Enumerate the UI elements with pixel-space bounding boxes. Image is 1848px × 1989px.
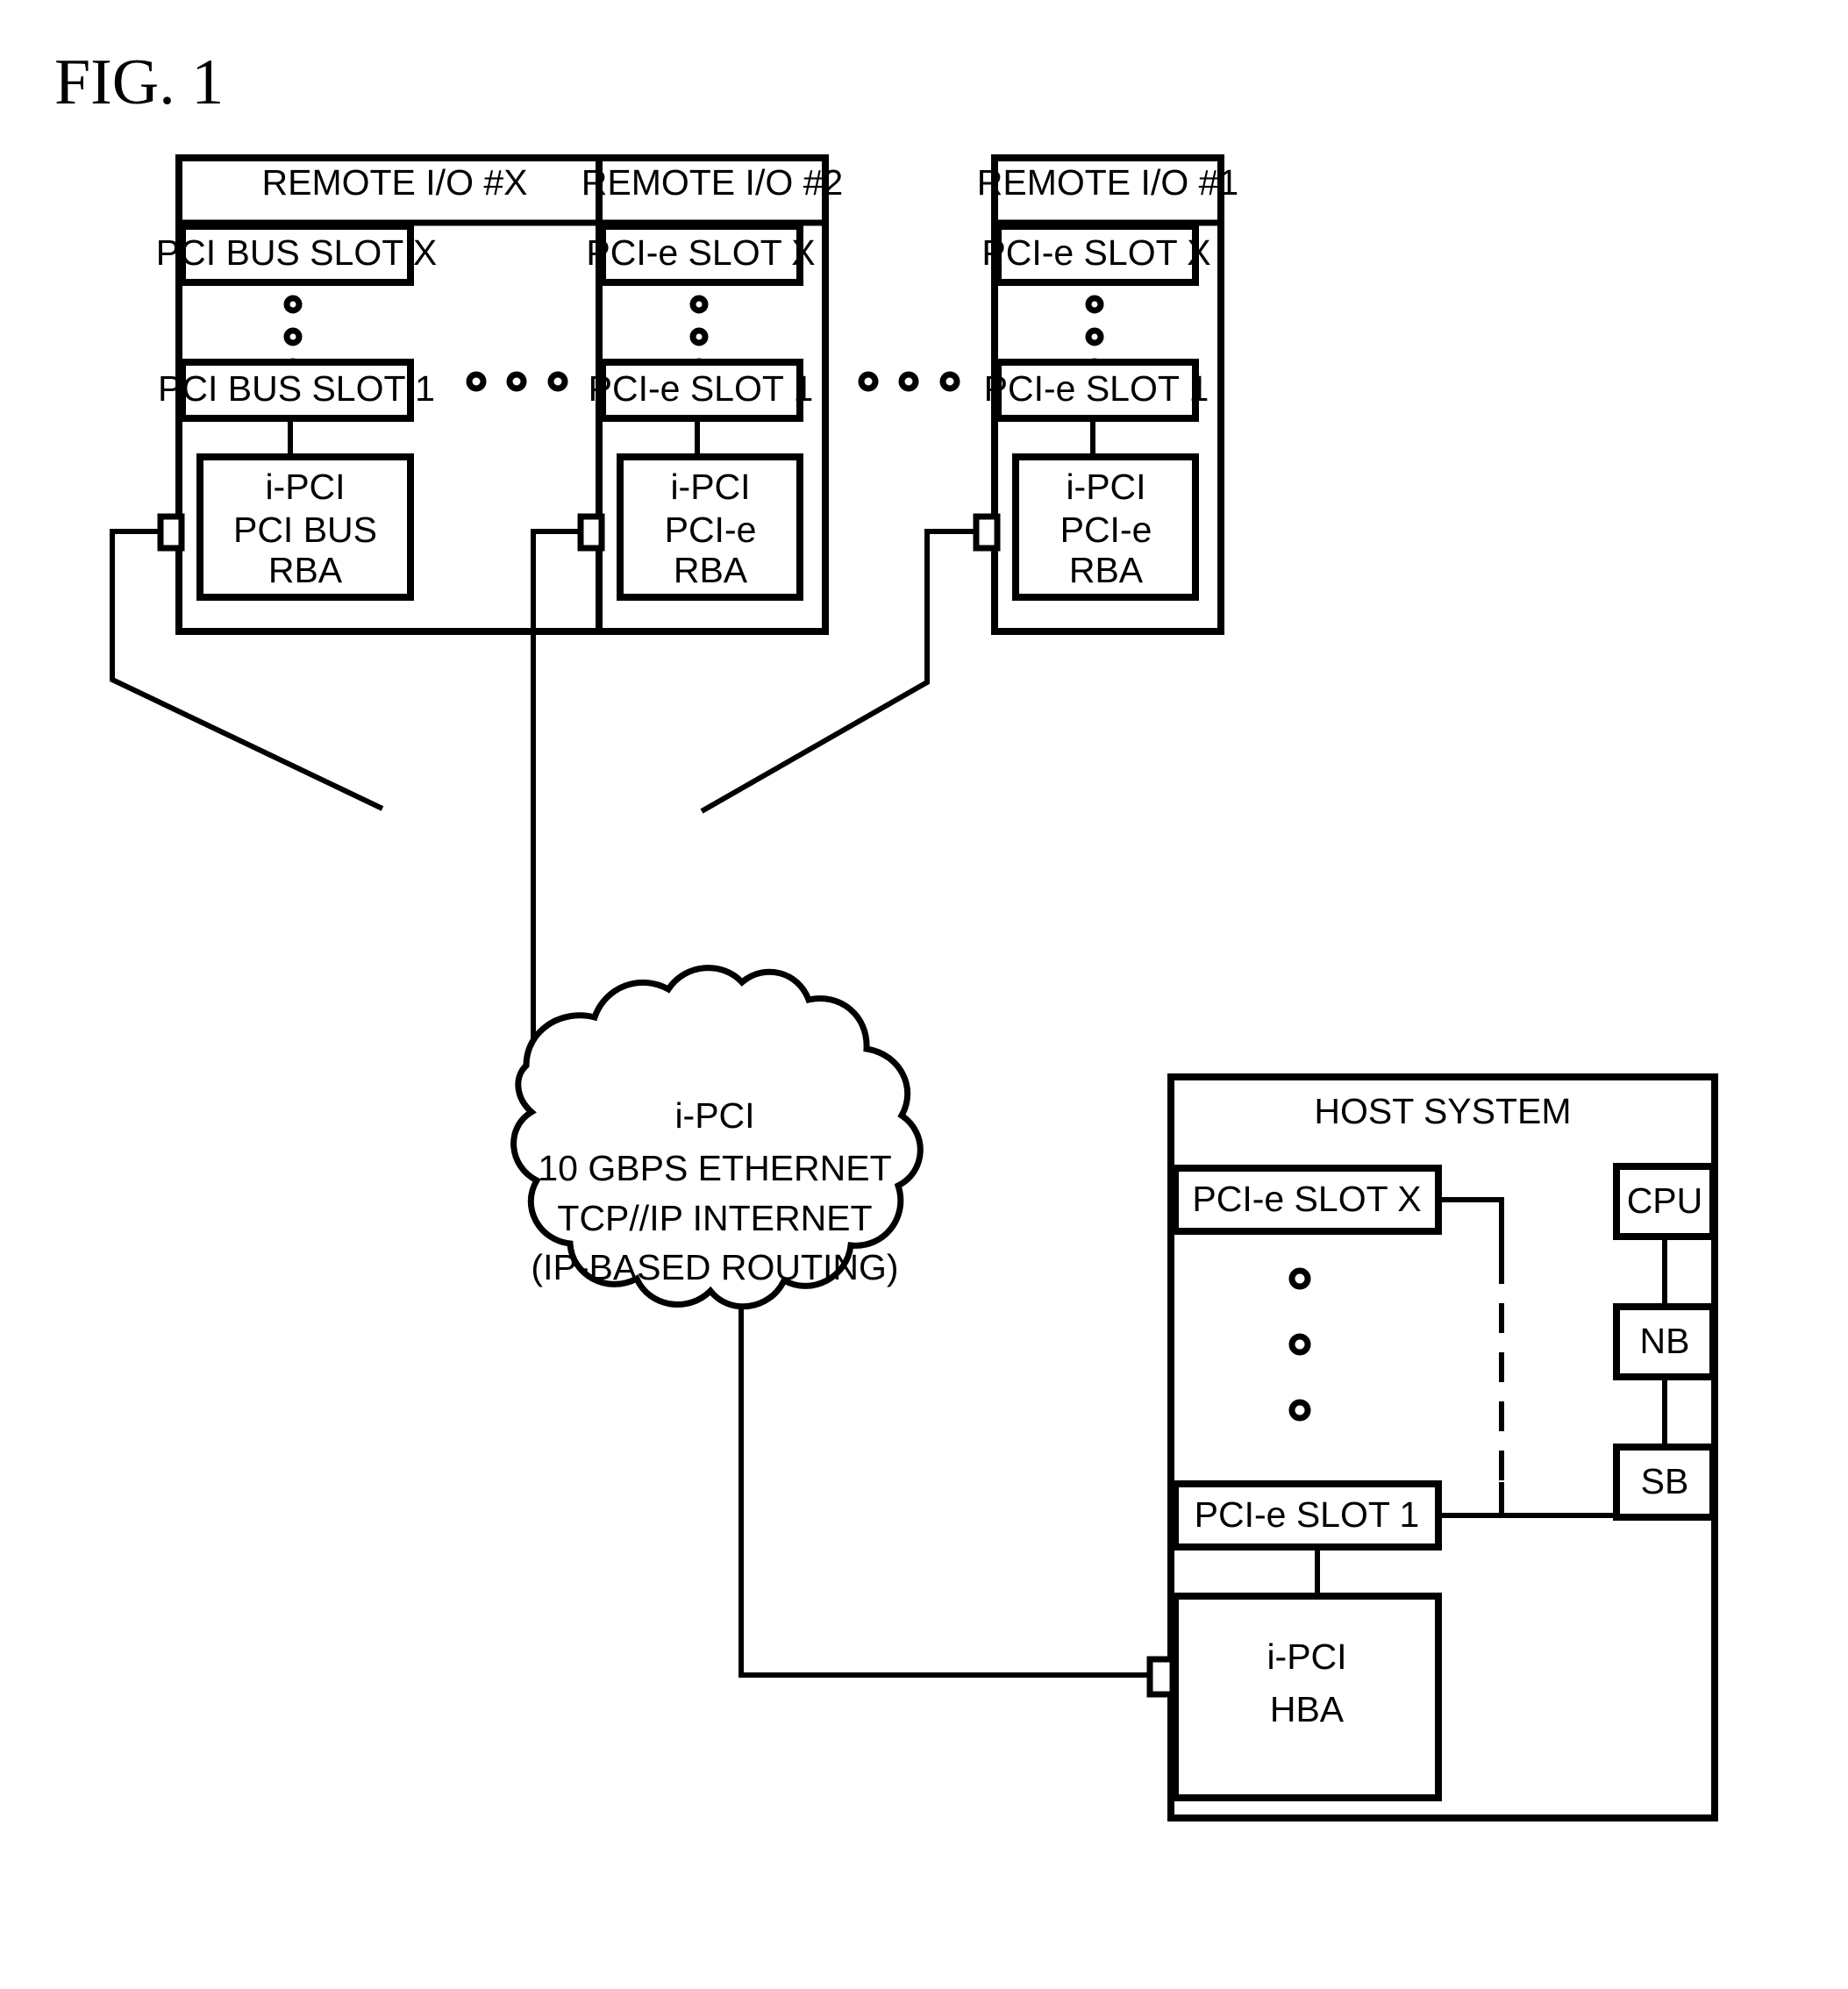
host-ellipsis-dot-3 xyxy=(1288,1399,1311,1422)
remote-io-1-ellipsis-dot-2 xyxy=(1085,327,1104,346)
remote-io-x-rba-line2: PCI BUS xyxy=(233,510,377,550)
horizontal-ellipsis-1-dot-1 xyxy=(466,371,487,392)
cloud-line-3: TCP//IP INTERNET xyxy=(557,1198,872,1238)
remote-io-x-slot-top-label: PCI BUS SLOT X xyxy=(156,232,438,273)
remote-io-1-ellipsis-dot-1 xyxy=(1085,295,1104,314)
patent-figure-page: FIG. 1 REMOTE I/O #X PCI BUS SLOT X PCI … xyxy=(0,0,1848,1989)
horizontal-ellipsis-2-dot-3 xyxy=(939,371,960,392)
host-ellipsis-dot-1 xyxy=(1288,1267,1311,1290)
remote-io-2-ellipsis-dot-1 xyxy=(689,295,709,314)
figure-title: FIG. 1 xyxy=(54,46,224,118)
host-hba-line1: i-PCI xyxy=(1266,1636,1346,1677)
remote-io-block-1: REMOTE I/O #1 PCI-e SLOT X PCI-e SLOT 1 … xyxy=(973,154,1238,635)
host-hba-network-plug xyxy=(1146,1656,1176,1698)
remote-io-x-title: REMOTE I/O #X xyxy=(262,162,528,203)
remote-io-2-rba-line1: i-PCI xyxy=(670,467,750,507)
remote-io-x-rba-line3: RBA xyxy=(268,550,343,590)
remote-io-2-rba-line2: PCI-e xyxy=(665,510,757,550)
cable-cloud-to-host-hba xyxy=(738,1305,1149,1678)
horizontal-ellipsis-2-dot-2 xyxy=(898,371,919,392)
remote-io-2-network-plug xyxy=(577,513,605,552)
horizontal-ellipsis-group-2 xyxy=(858,371,960,392)
remote-io-1-slot-top-label: PCI-e SLOT X xyxy=(981,232,1210,273)
cloud-line-2: 10 GBPS ETHERNET xyxy=(538,1148,891,1188)
host-ellipsis-dot-2 xyxy=(1288,1333,1311,1356)
host-hba-line2: HBA xyxy=(1270,1689,1345,1729)
horizontal-ellipsis-group-1 xyxy=(466,371,568,392)
host-slot-x-label: PCI-e SLOT X xyxy=(1192,1179,1421,1219)
cloud-line-4: (IP-BASED ROUTING) xyxy=(531,1247,898,1287)
remote-io-2-slot-bottom-label: PCI-e SLOT 1 xyxy=(589,368,814,409)
remote-io-1-slot-bottom-label: PCI-e SLOT 1 xyxy=(984,368,1209,409)
host-nb-label: NB xyxy=(1640,1321,1690,1361)
host-system-title: HOST SYSTEM xyxy=(1314,1091,1571,1131)
remote-io-x-ellipsis-dot-2 xyxy=(283,327,303,346)
horizontal-ellipsis-1-dot-2 xyxy=(506,371,527,392)
remote-io-2-rba-line3: RBA xyxy=(674,550,748,590)
host-system-block: HOST SYSTEM PCI-e SLOT X PCI-e SLOT 1 CP… xyxy=(1146,1073,1718,1821)
remote-io-x-slot-bottom-label: PCI BUS SLOT 1 xyxy=(158,368,435,409)
remote-io-1-rba-line1: i-PCI xyxy=(1066,467,1145,507)
remote-io-1-rba-line3: RBA xyxy=(1069,550,1144,590)
remote-io-block-x: REMOTE I/O #X PCI BUS SLOT X PCI BUS SLO… xyxy=(156,154,614,635)
remote-io-1-network-plug xyxy=(973,513,1001,552)
remote-io-x-network-plug xyxy=(157,513,185,552)
remote-io-2-ellipsis-dot-2 xyxy=(689,327,709,346)
cloud-line-1: i-PCI xyxy=(674,1095,754,1136)
diagram-canvas: FIG. 1 REMOTE I/O #X PCI BUS SLOT X PCI … xyxy=(54,46,1718,1821)
remote-io-x-rba-line1: i-PCI xyxy=(265,467,345,507)
network-cloud: i-PCI 10 GBPS ETHERNET TCP//IP INTERNET … xyxy=(510,965,924,1310)
remote-io-2-slot-top-label: PCI-e SLOT X xyxy=(586,232,815,273)
horizontal-ellipsis-1-dot-3 xyxy=(547,371,568,392)
remote-io-2-title: REMOTE I/O #2 xyxy=(582,162,843,203)
remote-io-block-2: REMOTE I/O #2 PCI-e SLOT X PCI-e SLOT 1 … xyxy=(577,154,843,635)
host-sb-label: SB xyxy=(1641,1461,1689,1501)
remote-io-1-rba-line2: PCI-e xyxy=(1060,510,1152,550)
horizontal-ellipsis-2-dot-1 xyxy=(858,371,879,392)
host-slot-1-label: PCI-e SLOT 1 xyxy=(1195,1494,1420,1535)
remote-io-1-title: REMOTE I/O #1 xyxy=(977,162,1238,203)
remote-io-x-ellipsis-dot-1 xyxy=(283,295,303,314)
host-cpu-label: CPU xyxy=(1627,1180,1703,1221)
